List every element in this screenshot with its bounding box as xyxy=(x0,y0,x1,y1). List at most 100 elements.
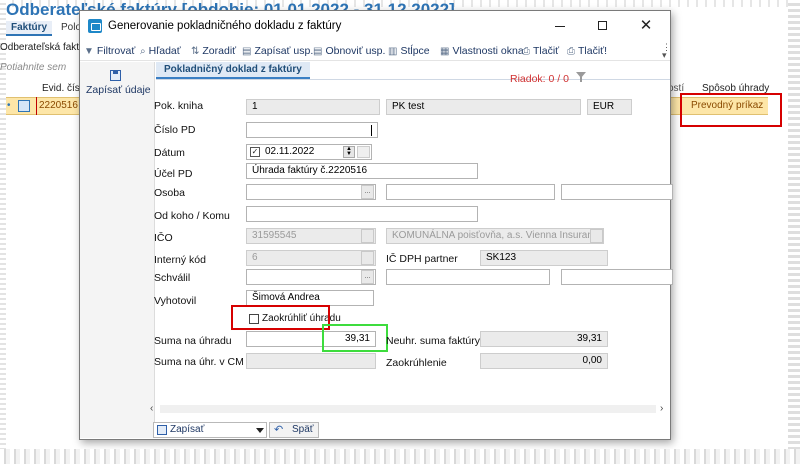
vyhotovil-field[interactable]: Šimová Andrea xyxy=(246,290,374,306)
text-cursor xyxy=(371,125,372,136)
toolbar-overflow-icon[interactable]: ⋮ ▾ xyxy=(662,43,671,60)
minimize-button[interactable] xyxy=(538,13,582,39)
dialog-title: Generovanie pokladničného dokladu z fakt… xyxy=(108,20,342,32)
schvalil-lookup-button[interactable]: ... xyxy=(361,270,374,284)
restore-layout-button[interactable]: ▤ Obnoviť usp. xyxy=(313,44,385,58)
print-label: Tlačiť xyxy=(533,45,560,57)
ucel-pd-field[interactable]: Úhrada faktúry č.2220516 xyxy=(246,163,478,179)
osoba-lookup-button[interactable]: ... xyxy=(361,185,374,199)
document-icon xyxy=(18,100,30,112)
label-cislo-pd: Číslo PD xyxy=(154,124,196,136)
app-icon xyxy=(88,19,102,33)
cislo-pd-field[interactable] xyxy=(246,122,378,138)
group-drag-hint: Potiahnite sem xyxy=(0,62,67,73)
date-spinner-icon[interactable]: ▲ ▼ xyxy=(343,146,355,158)
datum-field[interactable]: ✓ 02.11.2022 ▲ ▼ xyxy=(246,144,372,160)
print-button[interactable]: ⎙ Tlačiť xyxy=(522,44,559,58)
label-pok-kniha: Pok. kniha xyxy=(154,100,204,112)
columns-icon: ▥ xyxy=(388,46,398,57)
column-header-evid[interactable]: Evid. čís xyxy=(42,83,80,97)
label-neuhr-suma: Neuhr. suma faktúry xyxy=(386,335,480,347)
neuhr-suma-field: 39,31 xyxy=(480,331,608,347)
left-panel: Zapísať údaje xyxy=(80,62,155,438)
search-button[interactable]: ⌕ Hľadať xyxy=(140,44,181,58)
schvalil-name-field[interactable] xyxy=(386,269,550,285)
window-properties-label: Vlastnosti okna xyxy=(452,45,524,57)
highlight-sposob-uhrady xyxy=(680,93,782,127)
interny-kod-field[interactable]: 6 xyxy=(246,250,376,266)
tab-faktury[interactable]: Faktúry xyxy=(6,21,53,36)
row-counter: Riadok: 0 / 0 xyxy=(510,73,569,85)
save-data-button[interactable]: Zapísať údaje xyxy=(86,84,151,96)
sort-icon: ⇅ xyxy=(191,46,200,57)
date-checkbox[interactable]: ✓ xyxy=(250,147,260,157)
search-icon: ⌕ xyxy=(140,46,146,57)
save-layout-icon: ▤ xyxy=(242,46,252,57)
ico-lookup-button[interactable] xyxy=(361,229,374,243)
sort-label: Zoradiť xyxy=(202,45,237,57)
calendar-dropdown[interactable] xyxy=(357,146,370,158)
close-icon: ✕ xyxy=(639,17,653,34)
ico-field[interactable]: 31595545 xyxy=(246,228,376,244)
pok-kniha-name-field: PK test xyxy=(386,99,581,115)
save-disk-icon xyxy=(110,70,121,81)
properties-icon: ▦ xyxy=(440,46,450,57)
save-disk-icon xyxy=(157,425,167,435)
save-dropdown[interactable]: Zapísať xyxy=(153,422,267,438)
tab-pokladnicny-doklad[interactable]: Pokladničný doklad z faktúry xyxy=(156,62,310,79)
pok-kniha-field[interactable]: 1 xyxy=(246,99,380,115)
torn-edge-bottom xyxy=(0,449,800,464)
print-direct-button[interactable]: ⎙ Tlačiť! xyxy=(567,44,607,58)
highlight-suma xyxy=(322,324,388,352)
window-properties-button[interactable]: ▦ Vlastnosti okna xyxy=(440,44,524,58)
filter-label: Filtrovať xyxy=(96,45,136,57)
back-label: Späť xyxy=(292,424,314,435)
undo-icon: ↶ xyxy=(274,424,284,436)
company-name-field: KOMUNÁLNA poisťovňa, a.s. Vienna Insuran… xyxy=(386,228,604,244)
label-suma-cm: Suma na úhr. v CM xyxy=(154,356,244,368)
company-lookup-button[interactable] xyxy=(590,229,603,243)
scroll-right-icon[interactable]: › xyxy=(660,403,663,414)
osoba-extra-field[interactable] xyxy=(561,184,673,200)
torn-edge-right xyxy=(788,0,800,464)
interny-kod-lookup-button[interactable] xyxy=(361,251,374,265)
save-layout-button[interactable]: ▤ Zapísať usp. xyxy=(242,44,313,58)
od-koho-field[interactable] xyxy=(246,206,478,222)
dialog-titlebar[interactable]: Generovanie pokladničného dokladu z fakt… xyxy=(80,11,670,41)
minimize-icon xyxy=(555,26,565,28)
schvalil-field[interactable] xyxy=(246,269,376,285)
osoba-field[interactable] xyxy=(246,184,376,200)
label-ucel-pd: Účel PD xyxy=(154,168,193,180)
label-schvalil: Schválil xyxy=(154,272,191,284)
horizontal-scrollbar[interactable]: ‹ › xyxy=(148,403,668,415)
close-button[interactable]: ✕ xyxy=(624,13,668,39)
currency-field: EUR xyxy=(587,99,632,115)
label-interny-kod: Interný kód xyxy=(154,254,206,266)
label-vyhotovil: Vyhotovil xyxy=(154,295,197,307)
back-button[interactable]: ↶ Späť xyxy=(269,422,319,438)
background-subtitle: Odberateľská faktú xyxy=(0,42,85,53)
sort-button[interactable]: ⇅ Zoradiť xyxy=(191,44,236,58)
maximize-icon xyxy=(597,21,607,30)
schvalil-extra-field[interactable] xyxy=(561,269,673,285)
suma-cm-field[interactable] xyxy=(246,353,376,369)
scroll-track[interactable] xyxy=(160,405,656,413)
toolbar: ▼ Filtrovať ⌕ Hľadať ⇅ Zoradiť ▤ Zapísať usp… xyxy=(80,41,671,61)
filter-icon: ▼ xyxy=(84,46,94,57)
osoba-name-field[interactable] xyxy=(386,184,555,200)
printer-icon: ⎙ xyxy=(567,46,575,57)
maximize-button[interactable] xyxy=(580,13,624,39)
row-indicator-icon: • xyxy=(7,100,11,111)
funnel-icon[interactable] xyxy=(576,72,586,82)
ic-dph-field: SK123 xyxy=(480,250,608,266)
label-zaokruhlenie: Zaokrúhlenie xyxy=(386,357,447,369)
label-ico: IČO xyxy=(154,232,173,244)
chevron-down-icon xyxy=(256,428,264,433)
filter-button[interactable]: ▼ Filtrovať xyxy=(84,44,135,58)
columns-label: Stĺpce xyxy=(400,45,430,57)
printer-icon: ⎙ xyxy=(522,46,530,57)
row-evid-cislo[interactable]: 2220516 xyxy=(36,97,80,115)
highlight-zaokruhlit xyxy=(231,305,330,330)
columns-button[interactable]: ▥ Stĺpce xyxy=(388,44,430,58)
scroll-left-icon[interactable]: ‹ xyxy=(150,403,153,414)
